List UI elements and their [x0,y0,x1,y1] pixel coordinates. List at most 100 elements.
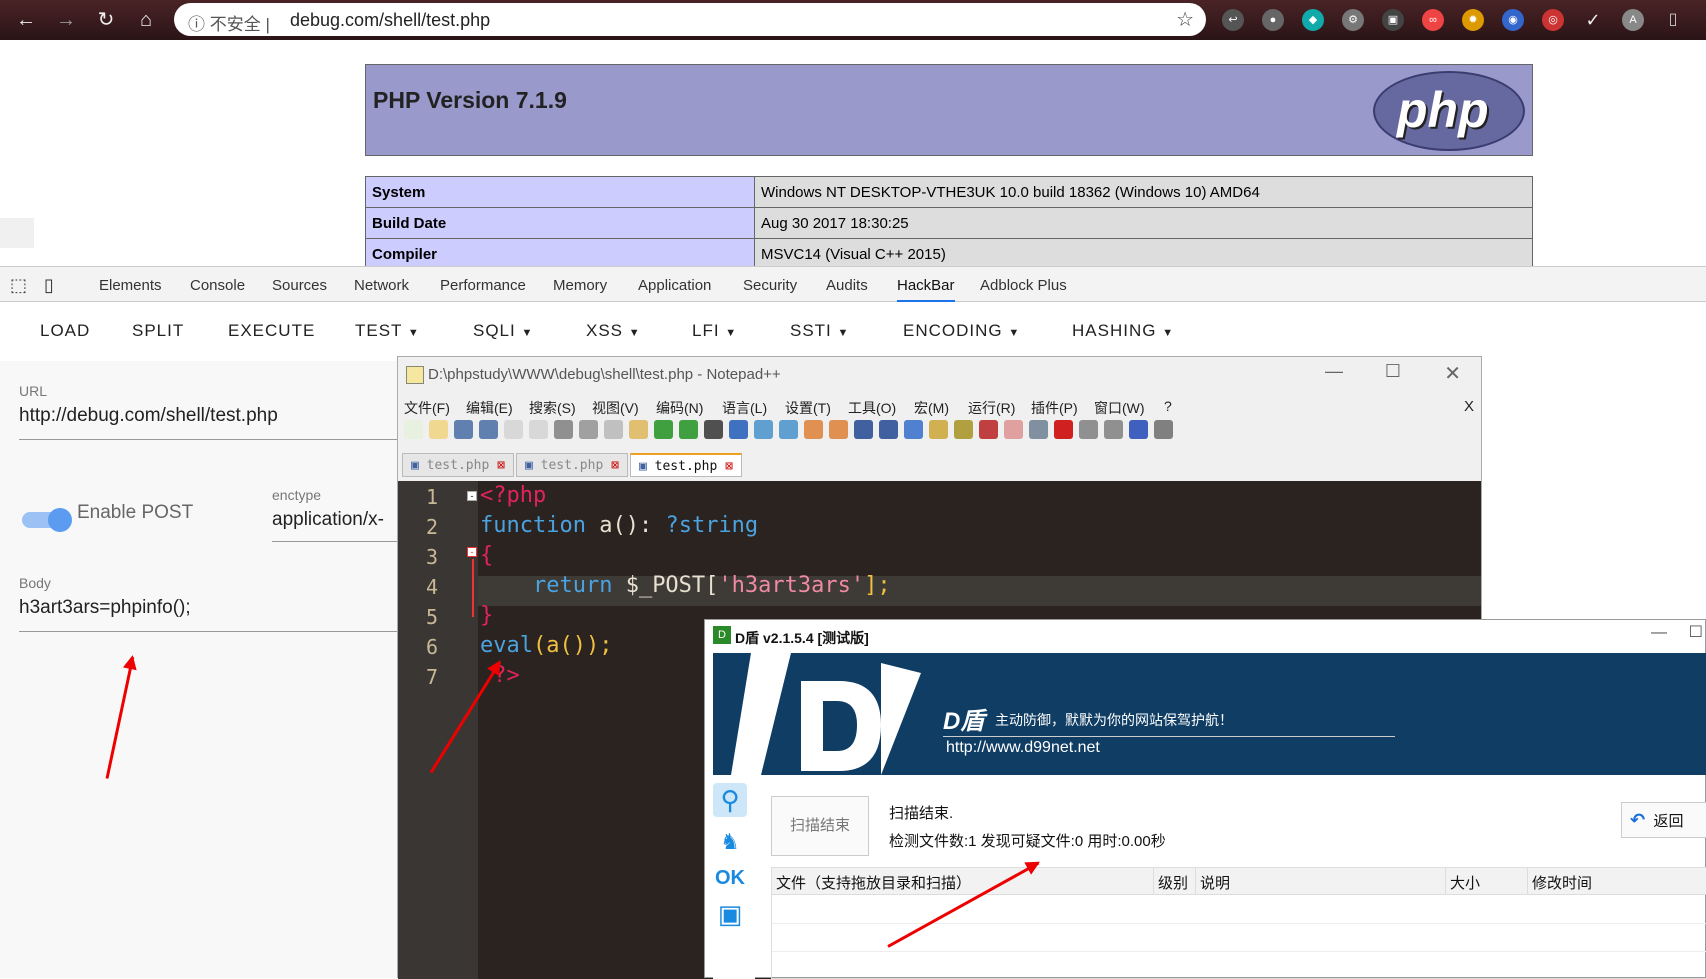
body-input[interactable]: h3art3ars=phpinfo(); [19,597,191,619]
column-header-desc[interactable]: 说明 [1196,868,1446,895]
load-button[interactable]: LOAD [40,321,90,341]
extension-check-icon[interactable]: ✓ [1582,9,1604,31]
extension-reply-icon[interactable]: ↩ [1222,9,1244,31]
indent-guide-icon[interactable] [904,420,923,439]
extension-abp-icon[interactable]: A [1622,9,1644,31]
doc-map-icon[interactable] [954,420,973,439]
print-icon[interactable] [554,420,573,439]
bookmark-star-icon[interactable]: ☆ [1176,7,1194,32]
find-icon[interactable] [704,420,723,439]
close-icon[interactable]: ✕ [1444,361,1461,386]
file-tab[interactable]: ▣ test.php ⊠ [516,453,628,477]
url-input[interactable]: http://debug.com/shell/test.php [19,405,278,427]
cut-icon[interactable] [579,420,598,439]
tab-console[interactable]: Console [190,277,245,294]
record-macro-icon[interactable] [1054,420,1073,439]
file-tab-active[interactable]: ▣ test.php ⊠ [630,453,742,477]
extension-infinity-icon[interactable]: ∞ [1422,9,1444,31]
column-header-level[interactable]: 级别 [1154,868,1196,895]
save-icon[interactable] [454,420,473,439]
menu-file[interactable]: 文件(F) [404,398,450,418]
close-doc-x[interactable]: X [1464,398,1474,415]
menu-language[interactable]: 语言(L) [722,398,767,418]
tab-memory[interactable]: Memory [553,277,607,294]
stop-macro-icon[interactable] [1079,420,1098,439]
close-file-icon[interactable] [504,420,523,439]
menu-edit[interactable]: 编辑(E) [466,398,513,418]
search-icon[interactable]: ⚲ [713,783,747,817]
extension-icon[interactable]: ● [1262,9,1284,31]
back-icon[interactable]: ← [14,8,38,32]
minimize-icon[interactable]: — [1651,624,1667,642]
security-indicator[interactable]: ⓘ 不安全 | [188,10,270,35]
split-button[interactable]: SPLIT [132,321,184,341]
device-toggle-icon[interactable]: ▯ [44,275,54,296]
extension-gear-icon[interactable]: ⚙ [1342,9,1364,31]
menu-help[interactable]: ? [1164,398,1172,414]
tab-security[interactable]: Security [743,277,797,294]
back-button[interactable]: ↶ 返回 [1621,802,1706,838]
scroll-widget[interactable] [0,218,34,248]
run-macro-multi-icon[interactable] [1129,420,1148,439]
column-header-size[interactable]: 大小 [1446,868,1528,895]
tab-sources[interactable]: Sources [272,277,327,294]
column-header-mtime[interactable]: 修改时间 [1528,868,1706,895]
fold-marker-icon[interactable]: - [467,491,477,501]
ddun-site-link[interactable]: http://www.d99net.net [946,739,1100,757]
lang-icon[interactable] [929,420,948,439]
save-macro-icon[interactable] [1154,420,1173,439]
extension-chrome-icon[interactable]: ◎ [1542,9,1564,31]
fold-marker-icon[interactable]: - [467,547,477,557]
save-all-icon[interactable] [479,420,498,439]
tab-close-icon[interactable]: ⊠ [611,458,619,473]
undo-icon[interactable] [654,420,673,439]
bookmark-icon[interactable]: ▯ [1662,9,1684,31]
tab-close-icon[interactable]: ⊠ [497,458,505,473]
copy-icon[interactable] [604,420,623,439]
scan-button[interactable]: 扫描结束 [771,796,869,856]
extension-firefox-icon[interactable]: ◉ [1502,9,1524,31]
zoom-in-icon[interactable] [754,420,773,439]
ok-icon[interactable]: OK [713,861,747,895]
function-list-icon[interactable] [979,420,998,439]
menu-view[interactable]: 视图(V) [592,398,639,418]
monitor-icon[interactable] [1029,420,1048,439]
sync-v-icon[interactable] [804,420,823,439]
new-file-icon[interactable] [404,420,423,439]
extension-diamond-icon[interactable]: ◆ [1302,9,1324,31]
tab-application[interactable]: Application [638,277,711,294]
tab-audits[interactable]: Audits [826,277,868,294]
inspect-icon[interactable]: ⬚ [10,275,27,296]
extension-sun-icon[interactable]: ✹ [1462,9,1484,31]
sync-h-icon[interactable] [829,420,848,439]
menu-macro[interactable]: 宏(M) [914,398,949,418]
folder-icon[interactable] [1004,420,1023,439]
home-icon[interactable]: ⌂ [134,8,158,32]
url-text[interactable]: debug.com/shell/test.php [290,10,490,31]
scan-results-table[interactable]: 文件（支持拖放目录和扫描） 级别 说明 大小 修改时间 [771,867,1706,979]
menu-plugins[interactable]: 插件(P) [1031,398,1078,418]
menu-window[interactable]: 窗口(W) [1094,398,1145,418]
wrap-icon[interactable] [854,420,873,439]
paste-icon[interactable] [629,420,648,439]
maximize-icon[interactable]: ☐ [1689,622,1703,642]
encoding-menu-button[interactable]: ENCODING ▼ [903,321,1020,341]
forward-icon[interactable]: → [54,8,78,32]
hashing-menu-button[interactable]: HASHING ▼ [1072,321,1174,341]
column-header-file[interactable]: 文件（支持拖放目录和扫描） [772,868,1154,895]
menu-search[interactable]: 搜索(S) [529,398,576,418]
tab-adblock-plus[interactable]: Adblock Plus [980,277,1067,294]
extension-badge-icon[interactable]: ▣ [1382,9,1404,31]
address-bar[interactable]: ⓘ 不安全 | debug.com/shell/test.php ☆ [174,3,1206,36]
enctype-select[interactable]: application/x- [272,509,384,531]
menu-run[interactable]: 运行(R) [968,398,1015,418]
execute-button[interactable]: EXECUTE [228,321,315,341]
tab-close-icon[interactable]: ⊠ [725,459,733,474]
user-shield-icon[interactable]: ♞ [713,825,747,859]
sqli-menu-button[interactable]: SQLI ▼ [473,321,533,341]
tab-elements[interactable]: Elements [99,277,162,294]
redo-icon[interactable] [679,420,698,439]
close-all-icon[interactable] [529,420,548,439]
lfi-menu-button[interactable]: LFI ▼ [692,321,737,341]
tab-hackbar[interactable]: HackBar [897,277,955,302]
